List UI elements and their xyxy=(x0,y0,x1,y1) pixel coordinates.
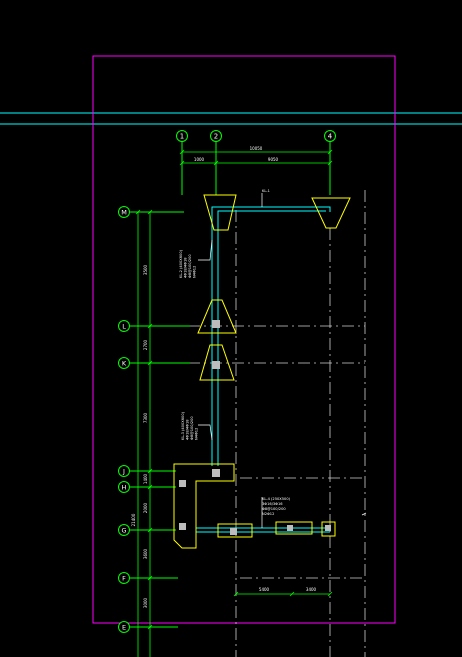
column[interactable] xyxy=(325,525,331,531)
axis-label: G xyxy=(121,527,126,535)
axis-label: 4 xyxy=(328,133,333,141)
axis-label: F xyxy=(122,575,126,583)
axis-label: L xyxy=(122,323,126,331)
axis-bubble-M[interactable]: M xyxy=(118,206,130,218)
dim-top-left: 1000 xyxy=(194,157,205,162)
note-line: KL-4 (250X500) xyxy=(262,497,291,501)
axis-bubble-top-4[interactable]: 4 xyxy=(324,130,336,142)
axis-label: K xyxy=(122,360,127,368)
axis-bubble-top-2[interactable]: 2 xyxy=(210,130,222,142)
dim-left-3: 7300 xyxy=(143,412,148,423)
dim-left-2: 2700 xyxy=(143,339,148,350)
note-line: KL-2 (400X600) xyxy=(179,249,183,278)
note-line: 4Φ18/4Φ18 xyxy=(186,419,190,440)
note-line: N2Φ12 xyxy=(262,512,274,516)
note-line: Φ8@100/200 xyxy=(190,416,194,440)
background xyxy=(0,0,462,657)
axis-bubble-L[interactable]: L xyxy=(118,320,130,332)
note-line: 3Φ16/3Φ16 xyxy=(262,502,283,506)
dim-left-7: 3000 xyxy=(143,597,148,608)
note-line: N4Φ12 xyxy=(195,428,199,440)
axis-bubble-J[interactable]: J xyxy=(118,465,130,477)
column[interactable] xyxy=(179,480,186,487)
note-line: 4Φ18/4Φ18 xyxy=(184,257,188,278)
note-line: Φ8@100/200 xyxy=(188,254,192,278)
axis-bubble-F[interactable]: F xyxy=(118,572,130,584)
axis-label: 2 xyxy=(214,133,218,141)
column[interactable] xyxy=(179,523,186,530)
column[interactable] xyxy=(212,469,220,477)
dim-bottom-1: 5400 xyxy=(259,587,270,592)
axis-label: 1 xyxy=(180,133,184,141)
note-line: Φ8@100/200 xyxy=(262,507,286,511)
dim-left-6: 3600 xyxy=(143,548,148,559)
axis-label: J xyxy=(122,468,125,476)
cad-drawing-canvas: 1 2 4 10050 1000 9050 M L K J H G F E 35… xyxy=(0,0,462,657)
axis-bubble-top-1[interactable]: 1 xyxy=(176,130,188,142)
axis-bubble-K[interactable]: K xyxy=(118,357,130,369)
dim-left-total: 21400 xyxy=(131,513,136,526)
axis-bubble-G[interactable]: G xyxy=(118,524,130,536)
note-line: KL-1 xyxy=(262,189,270,193)
dim-left-4: 1400 xyxy=(143,473,148,484)
axis-bubble-E[interactable]: E xyxy=(118,621,130,633)
annotation-top: KL-1 xyxy=(262,189,270,193)
note-line: KL-3 (400X600) xyxy=(181,411,185,440)
column[interactable] xyxy=(212,320,220,328)
axis-label: H xyxy=(122,484,127,492)
column[interactable] xyxy=(212,361,220,369)
column[interactable] xyxy=(230,528,237,535)
dim-left-1: 3500 xyxy=(143,264,148,275)
dim-top-total: 10050 xyxy=(250,146,263,151)
axis-label: E xyxy=(122,624,126,632)
dim-top-right: 9050 xyxy=(268,157,279,162)
dim-bottom-2: 3400 xyxy=(306,587,317,592)
axis-label: M xyxy=(121,209,127,217)
dim-left-5: 2000 xyxy=(143,502,148,513)
column[interactable] xyxy=(287,525,293,531)
note-line: N4Φ12 xyxy=(193,266,197,278)
axis-bubble-H[interactable]: H xyxy=(118,481,130,493)
